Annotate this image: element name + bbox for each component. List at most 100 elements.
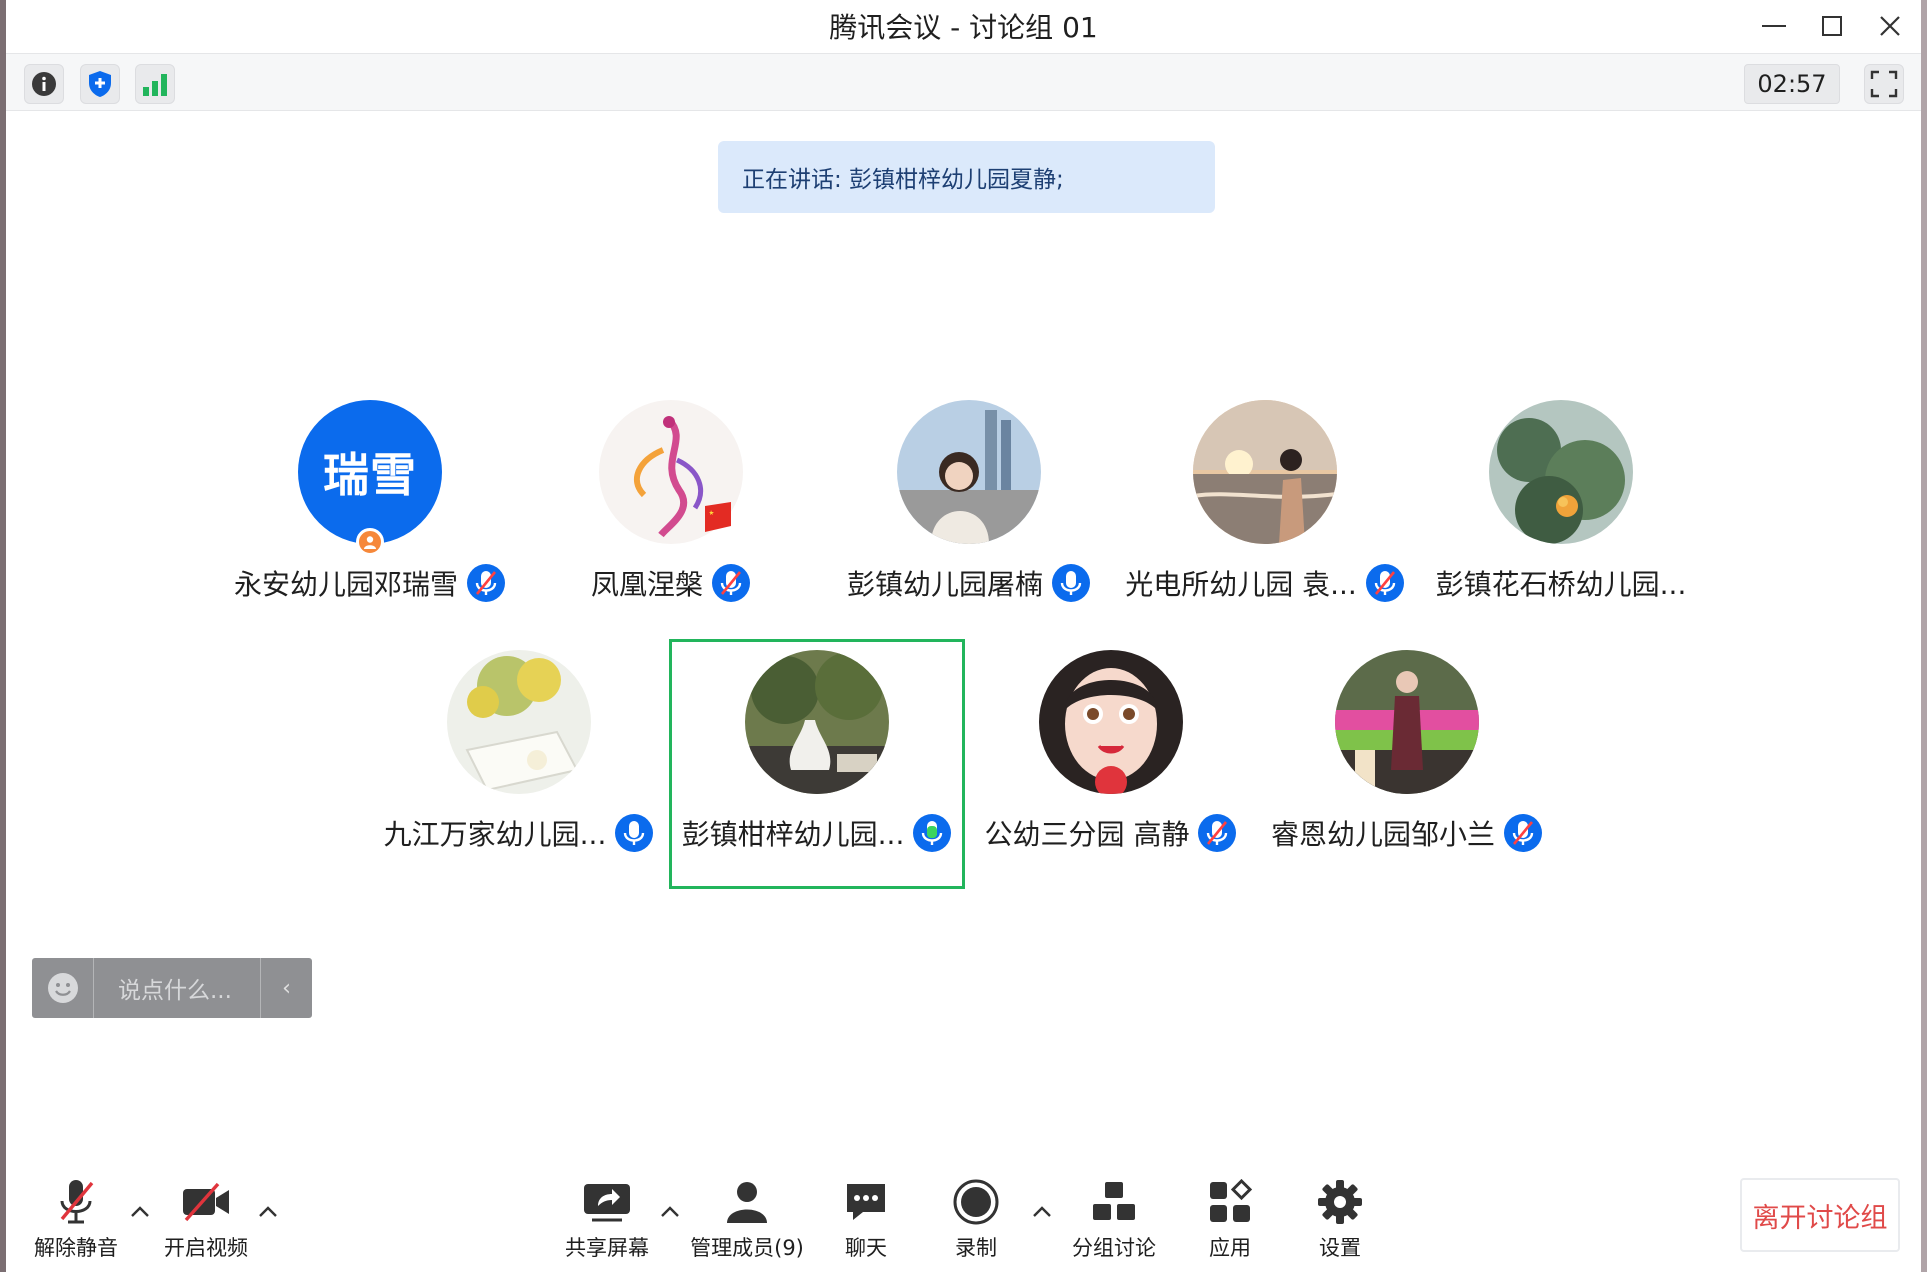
chat-button[interactable]: 聊天: [826, 1176, 906, 1266]
avatar: [1489, 400, 1633, 544]
record-label: 录制: [955, 1236, 997, 1260]
members-icon: [727, 1182, 767, 1223]
signal-bars-icon: [143, 74, 167, 96]
participant-name-row: 九江万家幼儿园...: [374, 810, 664, 856]
flower-plant-avatar-image: [1489, 400, 1633, 544]
meeting-window: 腾讯会议 - 讨论组 01 02:57 正在讲话: 彭镇柑梓幼儿园夏静; 瑞雪 …: [6, 0, 1921, 1272]
avatar: [1039, 650, 1183, 794]
emoji-button[interactable]: [32, 958, 94, 1018]
chevron-up-icon: [131, 1206, 149, 1217]
unmute-label: 解除静音: [34, 1236, 118, 1260]
unmute-button[interactable]: 解除静音: [28, 1176, 124, 1266]
chat-input[interactable]: 说点什么...: [94, 971, 260, 1005]
video-off-icon: [183, 1182, 229, 1222]
participant-tile[interactable]: 公幼三分园 高静: [966, 650, 1256, 890]
chevron-up-icon: [661, 1206, 679, 1217]
chevron-left-icon: ‹: [282, 975, 291, 1001]
mic-on-icon: [1052, 564, 1090, 602]
manage-members-label: 管理成员(9): [690, 1236, 804, 1260]
mic-muted-icon: [1504, 814, 1542, 852]
collapse-chat-button[interactable]: ‹: [260, 958, 312, 1018]
maximize-button[interactable]: [1803, 0, 1861, 52]
avatar: 瑞雪: [298, 400, 442, 544]
mic-muted-icon: [712, 564, 750, 602]
participant-tile[interactable]: 凤凰涅槃: [526, 400, 816, 640]
participant-name-row: 光电所幼儿园 袁...: [1120, 560, 1410, 606]
share-screen-label: 共享屏幕: [565, 1236, 649, 1260]
chevron-up-icon: [1033, 1206, 1051, 1217]
apps-grid-icon: [1210, 1179, 1253, 1222]
chat-bubble-icon: [847, 1184, 885, 1220]
minimize-button[interactable]: [1745, 0, 1803, 52]
quick-chat-box[interactable]: 说点什么... ‹: [32, 958, 312, 1018]
participant-tile[interactable]: 九江万家幼儿园...: [374, 650, 664, 890]
participant-name: 公幼三分园 高静: [984, 818, 1190, 851]
start-video-button[interactable]: 开启视频: [154, 1176, 258, 1266]
avatar: [1335, 650, 1479, 794]
fullscreen-button[interactable]: [1864, 64, 1904, 104]
info-icon: [32, 72, 56, 96]
apps-button[interactable]: 应用: [1190, 1176, 1270, 1266]
participant-tile[interactable]: 瑞雪 永安幼儿园邓瑞雪: [225, 400, 515, 640]
sunset-beach-avatar-image: [1193, 400, 1337, 544]
mic-muted-icon: [1365, 564, 1404, 602]
fullscreen-icon: [1870, 70, 1898, 98]
video-options-button[interactable]: [256, 1200, 280, 1224]
meeting-info-button[interactable]: [24, 64, 64, 104]
network-status-button[interactable]: [135, 64, 175, 104]
record-icon: [953, 1179, 999, 1225]
security-button[interactable]: [80, 64, 120, 104]
participant-name-row: 彭镇花石桥幼儿园...: [1416, 560, 1706, 606]
share-screen-button[interactable]: 共享屏幕: [562, 1176, 652, 1266]
avatar: [1193, 400, 1337, 544]
avatar: [897, 400, 1041, 544]
gear-icon: [1318, 1180, 1362, 1224]
china-flag-badge-icon: [705, 502, 731, 532]
flowers-book-avatar-image: [447, 650, 591, 794]
playground-avatar-image: [1335, 650, 1479, 794]
close-button[interactable]: [1861, 0, 1919, 52]
meeting-toolbar: 02:57: [6, 53, 1921, 111]
participant-name-row: 彭镇幼儿园屠楠: [824, 560, 1114, 606]
mic-on-icon: [615, 814, 654, 852]
participant-tile[interactable]: 光电所幼儿园 袁...: [1120, 400, 1410, 640]
mic-muted-icon: [467, 564, 505, 602]
minimize-icon: [1762, 25, 1786, 27]
maximize-icon: [1822, 16, 1842, 36]
breakout-rooms-icon: [1093, 1182, 1135, 1220]
bottom-control-bar: 解除静音 开启视频 共享屏幕 管理成员(9) 聊天 录制 分组讨论 应用 设置 …: [6, 1160, 1921, 1272]
settings-button[interactable]: 设置: [1300, 1176, 1380, 1266]
close-icon: [1880, 16, 1900, 36]
participant-name: 彭镇花石桥幼儿园...: [1435, 568, 1687, 601]
speaking-banner: 正在讲话: 彭镇柑梓幼儿园夏静;: [718, 141, 1215, 213]
share-options-button[interactable]: [658, 1200, 682, 1224]
desktop-edge-right: [1921, 0, 1927, 1272]
avatar: [447, 650, 591, 794]
participant-tile[interactable]: 彭镇幼儿园屠楠: [824, 400, 1114, 640]
participant-name-row: 彭镇柑梓幼儿园...: [672, 810, 962, 856]
start-video-label: 开启视频: [164, 1236, 248, 1260]
vase-plant-avatar-image: [745, 650, 889, 794]
participant-name-row: 凤凰涅槃: [526, 560, 816, 606]
host-badge-icon: [356, 528, 384, 556]
breakout-rooms-button[interactable]: 分组讨论: [1064, 1176, 1164, 1266]
chat-label: 聊天: [845, 1236, 887, 1260]
manage-members-button[interactable]: 管理成员(9): [690, 1176, 804, 1266]
audio-options-button[interactable]: [128, 1200, 152, 1224]
participant-name: 彭镇柑梓幼儿园...: [681, 818, 905, 851]
leave-breakout-button[interactable]: 离开讨论组: [1740, 1178, 1900, 1252]
shield-plus-icon: [89, 71, 111, 97]
participant-tile[interactable]: 彭镇花石桥幼儿园...: [1416, 400, 1706, 640]
participant-tile[interactable]: 睿恩幼儿园邹小兰: [1262, 650, 1552, 890]
title-bar: 腾讯会议 - 讨论组 01: [6, 0, 1921, 52]
speaking-text: 正在讲话: 彭镇柑梓幼儿园夏静;: [742, 167, 1064, 193]
avatar: [745, 650, 889, 794]
chevron-up-icon: [259, 1206, 277, 1217]
participant-name-row: 睿恩幼儿园邹小兰: [1262, 810, 1552, 856]
record-options-button[interactable]: [1030, 1200, 1054, 1224]
participant-name: 九江万家幼儿园...: [383, 818, 607, 851]
breakout-rooms-label: 分组讨论: [1072, 1236, 1156, 1260]
participant-tile-active[interactable]: 彭镇柑梓幼儿园...: [669, 639, 965, 889]
record-button[interactable]: 录制: [936, 1176, 1016, 1266]
avatar-initials: 瑞雪: [298, 400, 442, 544]
